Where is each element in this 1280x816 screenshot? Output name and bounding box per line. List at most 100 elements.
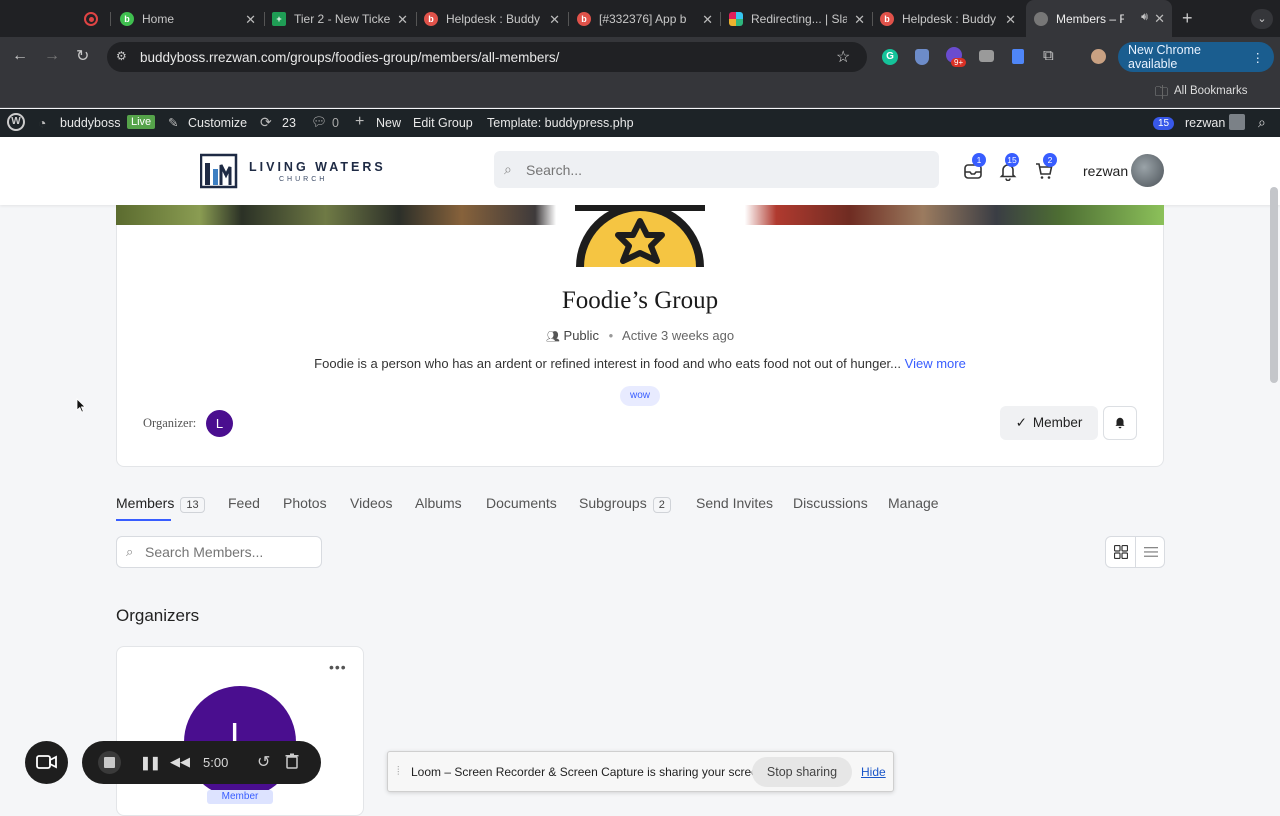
wp-customize[interactable]: Customize bbox=[188, 116, 247, 130]
member-status-button[interactable]: ✓ Member bbox=[1000, 406, 1098, 440]
group-meta: 👥︎ Public • Active 3 weeks ago bbox=[0, 328, 1280, 343]
browser-tab-home[interactable]: b Home ✕ bbox=[120, 6, 260, 32]
url-text: buddyboss.rrezwan.com/groups/foodies-gro… bbox=[140, 50, 560, 65]
wp-search-icon[interactable]: ⌕ bbox=[1258, 114, 1266, 131]
group-privacy: Public bbox=[563, 328, 599, 343]
living-waters-logo-icon[interactable] bbox=[200, 153, 238, 189]
kebab-menu-icon: ⋮ bbox=[1251, 50, 1265, 65]
member-search-input[interactable] bbox=[116, 536, 322, 568]
hide-banner-link[interactable]: Hide bbox=[861, 765, 886, 779]
tab-label: Members bbox=[116, 495, 175, 511]
tab-send-invites[interactable]: Send Invites bbox=[696, 495, 773, 511]
tab-close-icon[interactable]: ✕ bbox=[397, 12, 408, 28]
tab-title: Helpdesk : Buddy bbox=[902, 12, 997, 26]
header-user-avatar[interactable] bbox=[1131, 154, 1164, 187]
loom-camera-button[interactable] bbox=[25, 741, 68, 784]
reload-icon[interactable]: ↻ bbox=[76, 46, 89, 66]
tab-members[interactable]: Members 13 bbox=[116, 495, 205, 513]
wordpress-icon[interactable]: W bbox=[7, 113, 25, 131]
tab-close-icon[interactable]: ✕ bbox=[549, 12, 560, 28]
group-avatar bbox=[567, 205, 713, 267]
dashboard-icon: ◔ bbox=[38, 115, 47, 131]
group-notification-button[interactable] bbox=[1103, 406, 1137, 440]
tab-discussions[interactable]: Discussions bbox=[793, 495, 868, 511]
wp-site-name[interactable]: buddyboss bbox=[60, 116, 120, 130]
stop-recording-button[interactable] bbox=[98, 751, 121, 774]
wp-username[interactable]: rezwan bbox=[1185, 116, 1225, 130]
tab-manage[interactable]: Manage bbox=[888, 495, 939, 511]
profile-avatar[interactable] bbox=[1089, 47, 1108, 66]
wp-comments-count[interactable]: 0 bbox=[332, 116, 339, 130]
address-bar[interactable]: ⚙ buddyboss.rrezwan.com/groups/foodies-g… bbox=[107, 42, 867, 72]
trash-icon[interactable] bbox=[285, 753, 299, 774]
site-search-input[interactable] bbox=[494, 151, 939, 188]
group-description-text: Foodie is a person who has an ardent or … bbox=[314, 356, 902, 371]
grammarly-icon[interactable]: G bbox=[882, 49, 898, 65]
tab-close-icon[interactable]: ✕ bbox=[702, 12, 713, 28]
organizer-avatar[interactable]: L bbox=[206, 410, 233, 437]
screen-sharing-banner: ⦙ Loom – Screen Recorder & Screen Captur… bbox=[387, 751, 894, 792]
list-icon bbox=[1144, 547, 1158, 557]
back-arrow-icon[interactable]: ← bbox=[12, 47, 28, 65]
speaker-icon[interactable]: 🔊︎ bbox=[1141, 11, 1148, 24]
docs-extension-icon[interactable] bbox=[1012, 49, 1024, 64]
bookmarks-bar: 🗀︎ All Bookmarks bbox=[0, 77, 1280, 108]
tab-subgroups[interactable]: Subgroups 2 bbox=[579, 495, 671, 513]
tab-close-icon[interactable]: ✕ bbox=[1154, 11, 1165, 27]
browser-tab-helpdesk-1[interactable]: b Helpdesk : Buddy ✕ bbox=[424, 6, 564, 32]
browser-tab-ticket[interactable]: b [#332376] App b ✕ bbox=[577, 6, 717, 32]
tab-title: Helpdesk : Buddy bbox=[446, 12, 541, 26]
drag-handle-icon[interactable]: ⦙ bbox=[397, 764, 400, 779]
more-options-icon[interactable]: ••• bbox=[329, 659, 347, 675]
browser-tab-slack[interactable]: Redirecting... | Sla ✕ bbox=[729, 6, 869, 32]
list-view-button[interactable] bbox=[1136, 537, 1165, 567]
view-more-link[interactable]: View more bbox=[905, 356, 966, 371]
browser-tab-helpdesk-2[interactable]: b Helpdesk : Buddy ✕ bbox=[880, 6, 1020, 32]
bookmark-star-icon[interactable]: ☆ bbox=[836, 47, 850, 67]
new-chrome-available-button[interactable]: New Chrome available ⋮ bbox=[1118, 42, 1274, 72]
tab-documents[interactable]: Documents bbox=[486, 495, 557, 511]
tab-close-icon[interactable]: ✕ bbox=[854, 12, 865, 28]
camera-extension-icon[interactable] bbox=[979, 50, 994, 62]
new-tab-icon[interactable]: + bbox=[1182, 8, 1193, 29]
grid-view-button[interactable] bbox=[1106, 537, 1136, 567]
tab-close-icon[interactable]: ✕ bbox=[1005, 12, 1016, 28]
tab-videos[interactable]: Videos bbox=[350, 495, 393, 511]
puzzle-extensions-icon[interactable]: ⧉ bbox=[1043, 47, 1054, 64]
wp-new[interactable]: New bbox=[376, 116, 401, 130]
tab-search-chevron-icon[interactable]: ⌄ bbox=[1251, 9, 1273, 29]
all-bookmarks-link[interactable]: All Bookmarks bbox=[1174, 85, 1248, 97]
browser-tab-tier2[interactable]: + Tier 2 - New Ticke ✕ bbox=[272, 6, 412, 32]
browser-tab-members[interactable]: Members – Fo 🔊︎ ✕ bbox=[1026, 0, 1172, 37]
live-badge: Live bbox=[127, 115, 156, 129]
wp-edit-group[interactable]: Edit Group bbox=[413, 116, 473, 130]
header-username[interactable]: rezwan bbox=[1083, 163, 1128, 179]
forward-arrow-icon[interactable]: → bbox=[44, 47, 60, 65]
page-scrollbar[interactable] bbox=[1270, 187, 1278, 383]
tab-favicon-icon: b bbox=[120, 12, 134, 26]
wp-notification-badge[interactable]: 15 bbox=[1153, 117, 1175, 130]
record-icon bbox=[84, 12, 98, 26]
shield-extension-icon[interactable] bbox=[915, 49, 929, 65]
pause-icon[interactable]: ❚❚ bbox=[140, 755, 161, 771]
stop-sharing-button[interactable]: Stop sharing bbox=[752, 757, 852, 787]
tab-photos[interactable]: Photos bbox=[283, 495, 327, 511]
sheets-icon: + bbox=[272, 12, 286, 26]
wp-user-avatar[interactable] bbox=[1229, 114, 1245, 130]
tab-feed[interactable]: Feed bbox=[228, 495, 260, 511]
site-header: LIVING WATERS CHURCH ⌕ 1 15 2 rezwan bbox=[0, 137, 1280, 205]
tab-close-icon[interactable]: ✕ bbox=[245, 12, 256, 28]
restart-icon[interactable]: ↺ bbox=[257, 752, 270, 772]
mouse-cursor-icon bbox=[76, 398, 86, 413]
meta-separator: • bbox=[608, 328, 614, 343]
site-info-icon[interactable]: ⚙ bbox=[116, 49, 127, 63]
group-last-active: Active 3 weeks ago bbox=[622, 328, 735, 343]
tab-count: 13 bbox=[180, 497, 205, 513]
wp-template-info[interactable]: Template: buddypress.php bbox=[487, 116, 634, 130]
rewind-icon[interactable]: ◀◀ bbox=[170, 754, 190, 770]
wp-updates-count[interactable]: 23 bbox=[282, 116, 296, 130]
browser-tab-recording[interactable] bbox=[84, 6, 106, 32]
video-camera-icon bbox=[36, 755, 57, 769]
tab-albums[interactable]: Albums bbox=[415, 495, 462, 511]
group-type-tag[interactable]: wow bbox=[620, 386, 660, 406]
